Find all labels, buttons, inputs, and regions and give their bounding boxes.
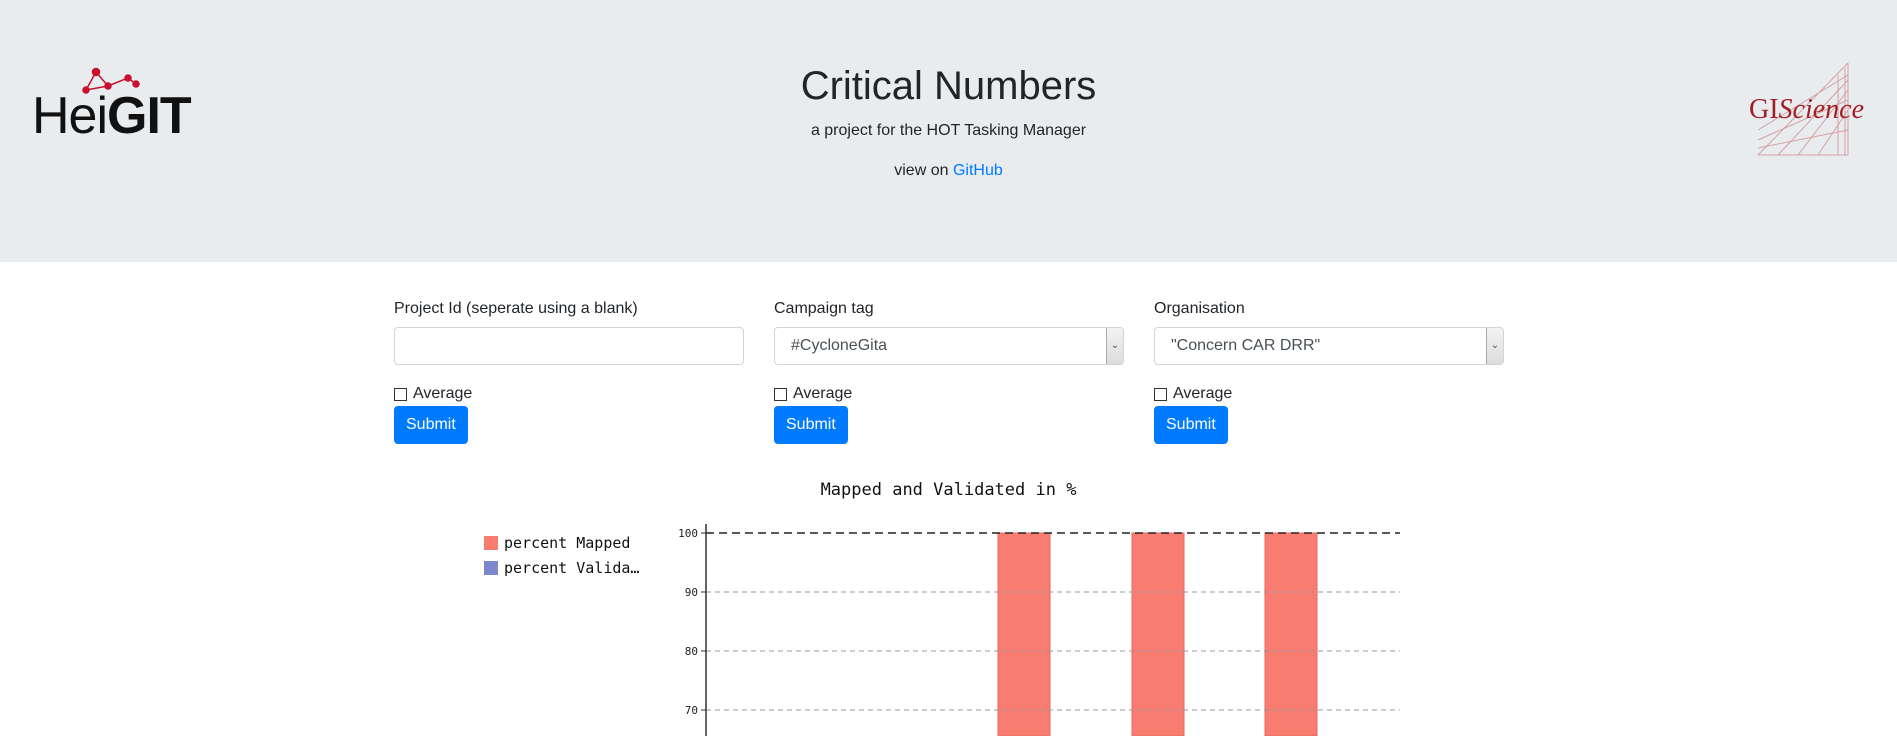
bar-mapped — [997, 532, 1051, 736]
y-tick-label: 80 — [685, 645, 698, 658]
bar-mapped — [1264, 532, 1318, 736]
y-tick-label: 90 — [685, 586, 698, 599]
bar-chart: 100 90 80 70 — [678, 524, 1400, 736]
y-tick-label: 100 — [678, 527, 698, 540]
bar-mapped — [1131, 532, 1185, 736]
y-tick-label: 70 — [685, 704, 698, 717]
